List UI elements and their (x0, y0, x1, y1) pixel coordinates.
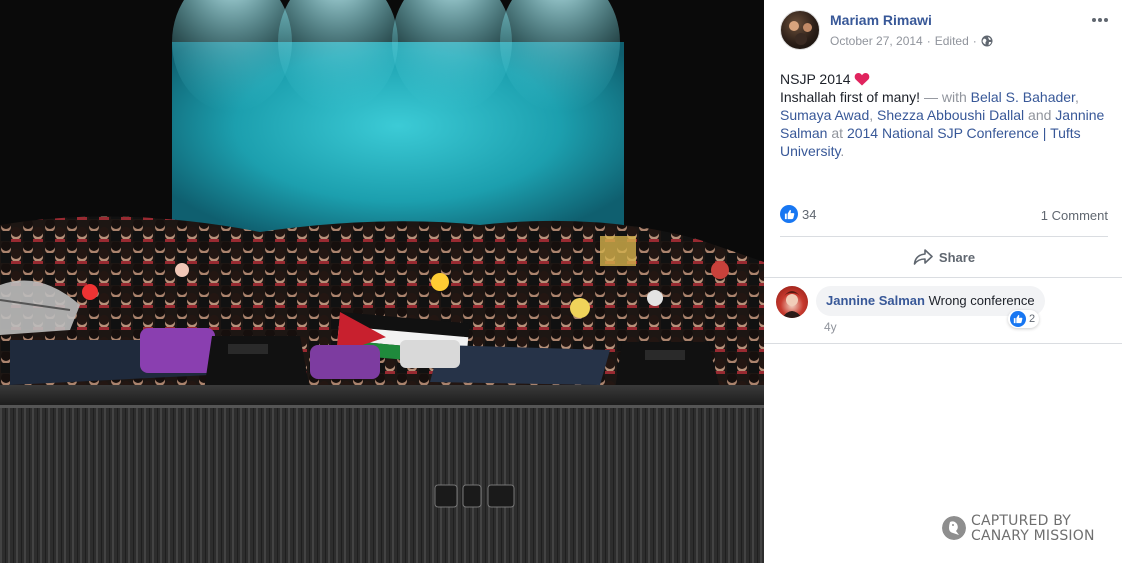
divider (764, 343, 1122, 344)
edited-label[interactable]: Edited (935, 34, 969, 48)
at-word: at (827, 125, 847, 141)
divider (780, 236, 1108, 237)
and-word: and (1024, 107, 1056, 123)
tagged-person-2[interactable]: Sumaya Awad (780, 107, 869, 123)
post-message: Inshallah first of many! (780, 89, 921, 105)
post-text-line-1: NSJP 2014 (780, 70, 1110, 88)
tagged-person-1[interactable]: Belal S. Bahader (971, 89, 1075, 105)
watermark-logo-icon (942, 516, 966, 540)
post-side-panel: Mariam Rimawi October 27, 2014 · Edited … (764, 0, 1122, 563)
post-text: NSJP 2014 Inshallah first of many! — wit… (780, 70, 1110, 160)
watermark-line-1: CAPTURED BY (971, 513, 1071, 529)
more-options-icon[interactable] (1090, 12, 1110, 28)
heart-icon (854, 73, 869, 86)
share-icon (913, 249, 933, 265)
post-date[interactable]: October 27, 2014 (830, 34, 923, 48)
post-meta: October 27, 2014 · Edited · (830, 34, 993, 48)
share-label: Share (938, 249, 976, 265)
tag-separator-2: , (869, 107, 878, 123)
tagged-person-3[interactable]: Shezza Abboushi Dallal (877, 107, 1024, 123)
watermark-line-2: CANARY MISSION (971, 528, 1095, 544)
post-author-name[interactable]: Mariam Rimawi (830, 12, 932, 28)
author-avatar[interactable] (780, 10, 820, 50)
reactions-bar: 34 1 Comment (780, 205, 1108, 225)
small-like-icon (1010, 311, 1026, 327)
post-photo[interactable] (0, 0, 764, 563)
canary-mission-watermark: CAPTURED BY CANARY MISSION (942, 512, 1112, 546)
meta-separator: · (972, 34, 977, 48)
like-count[interactable]: 34 (802, 207, 816, 222)
comment-like-count: 2 (1029, 313, 1036, 325)
with-prefix: — with (920, 89, 971, 105)
watermark-text: CAPTURED BY CANARY MISSION (971, 514, 1095, 544)
post-text-end: . (840, 143, 845, 159)
meta-separator: · (926, 34, 931, 48)
stage-group-photo (0, 0, 764, 563)
like-badge-icon[interactable] (780, 205, 798, 223)
tag-separator-1: , (1074, 89, 1079, 105)
comment-count[interactable]: 1 Comment (1041, 208, 1108, 223)
globe-icon[interactable] (981, 35, 993, 47)
post-title: NSJP 2014 (780, 71, 851, 87)
comment-timestamp[interactable]: 4y (824, 320, 837, 334)
post-header: Mariam Rimawi October 27, 2014 · Edited … (780, 10, 1110, 52)
share-button[interactable]: Share (780, 242, 1108, 272)
comment-reactions[interactable]: 2 (1008, 310, 1040, 328)
comment-text: Wrong conference (928, 293, 1035, 308)
comments-section: Jannine Salman Wrong conference 2 4y (764, 278, 1122, 344)
comment-author[interactable]: Jannine Salman (826, 293, 925, 308)
commenter-avatar[interactable] (776, 286, 808, 318)
